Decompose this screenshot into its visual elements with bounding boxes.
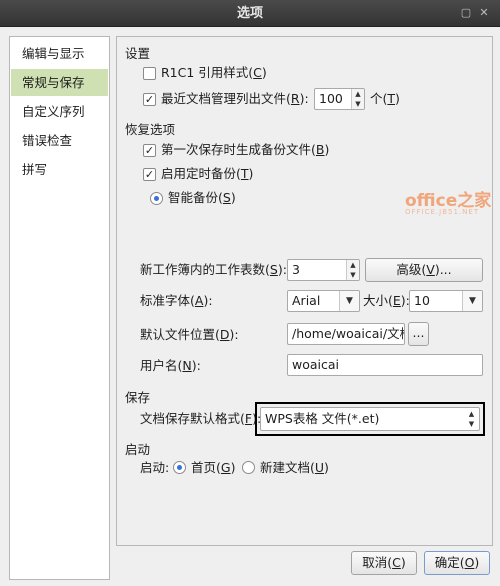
- section-settings: 设置: [125, 46, 151, 61]
- default-format-select[interactable]: WPS表格 文件(*.et) ▲ ▼: [260, 407, 480, 431]
- chevron-down-icon[interactable]: ▼: [462, 291, 482, 311]
- section-startup: 启动: [125, 442, 151, 457]
- nav-item-edit-display[interactable]: 编辑与显示: [11, 40, 108, 67]
- recent-files-unit: 个(T): [370, 91, 400, 106]
- settings-panel: 设置 R1C1 引用样式(C) ✓ 最近文档管理列出文件(R): 100 ▲ ▼ …: [116, 36, 493, 546]
- smart-backup-label[interactable]: 智能备份(S): [168, 190, 236, 206]
- backup-first-save-label[interactable]: 第一次保存时生成备份文件(B): [161, 142, 329, 158]
- maximize-icon[interactable]: ▢: [460, 7, 472, 19]
- standard-font-label: 标准字体(A):: [140, 293, 213, 308]
- r1c1-label[interactable]: R1C1 引用样式(C): [161, 65, 267, 81]
- timed-backup-label[interactable]: 启用定时备份(T): [161, 166, 253, 182]
- category-list: 编辑与显示 常规与保存 自定义序列 错误检查 拼写: [9, 36, 110, 580]
- startup-label: 启动:: [140, 460, 170, 475]
- sheets-count-stepper[interactable]: ▲ ▼: [346, 260, 359, 280]
- username-label: 用户名(N):: [140, 358, 201, 373]
- advanced-button[interactable]: 高级(V)...: [365, 258, 483, 282]
- timed-backup-checkbox[interactable]: ✓: [143, 168, 156, 181]
- startup-home-label[interactable]: 首页(G): [191, 460, 235, 476]
- nav-item-error-check[interactable]: 错误检查: [11, 127, 108, 154]
- cancel-button[interactable]: 取消(C): [351, 551, 417, 575]
- nav-item-spelling[interactable]: 拼写: [11, 156, 108, 183]
- ok-button[interactable]: 确定(O): [424, 551, 490, 575]
- recent-files-label[interactable]: 最近文档管理列出文件(R):: [161, 91, 309, 107]
- font-size-select[interactable]: 10 ▼: [409, 290, 483, 312]
- close-icon[interactable]: ✕: [478, 7, 490, 19]
- chevron-updown-icon[interactable]: ▲ ▼: [465, 409, 478, 429]
- standard-font-select[interactable]: Arial ▼: [287, 290, 360, 312]
- font-size-label: 大小(E):: [363, 293, 410, 308]
- dialog-title: 选项: [236, 6, 263, 21]
- section-save: 保存: [125, 390, 151, 405]
- watermark-site: OFFICE.JB51.NET: [405, 208, 480, 216]
- sheets-count-label: 新工作簿内的工作表数(S):: [140, 262, 287, 277]
- title-bar[interactable]: 选项 ▢ ✕: [0, 0, 500, 27]
- backup-first-save-checkbox[interactable]: ✓: [143, 144, 156, 157]
- recent-files-checkbox[interactable]: ✓: [143, 93, 156, 106]
- default-file-location-label: 默认文件位置(D):: [140, 327, 239, 342]
- section-recovery: 恢复选项: [125, 122, 176, 137]
- username-input[interactable]: woaicai: [287, 354, 483, 376]
- startup-new-doc-radio[interactable]: [242, 461, 255, 474]
- chevron-down-icon[interactable]: ▼: [339, 291, 359, 311]
- startup-new-doc-label[interactable]: 新建文档(U): [260, 460, 329, 476]
- browse-button[interactable]: ...: [408, 322, 429, 346]
- recent-files-stepper[interactable]: ▲ ▼: [351, 89, 364, 109]
- r1c1-checkbox[interactable]: [143, 67, 156, 80]
- nav-item-general-save[interactable]: 常规与保存: [11, 69, 108, 96]
- options-dialog: 选项 ▢ ✕ 编辑与显示 常规与保存 自定义序列 错误检查 拼写 设置 R1C1…: [0, 0, 500, 586]
- recent-files-count-input[interactable]: 100 ▲ ▼: [314, 88, 365, 110]
- startup-home-radio[interactable]: [173, 461, 186, 474]
- default-format-label: 文档保存默认格式(F):: [140, 411, 262, 426]
- nav-item-custom-lists[interactable]: 自定义序列: [11, 98, 108, 125]
- smart-backup-radio[interactable]: [150, 192, 163, 205]
- sheets-count-input[interactable]: 3 ▲ ▼: [287, 259, 360, 281]
- default-file-location-input[interactable]: /home/woaicai/文档: [287, 323, 405, 345]
